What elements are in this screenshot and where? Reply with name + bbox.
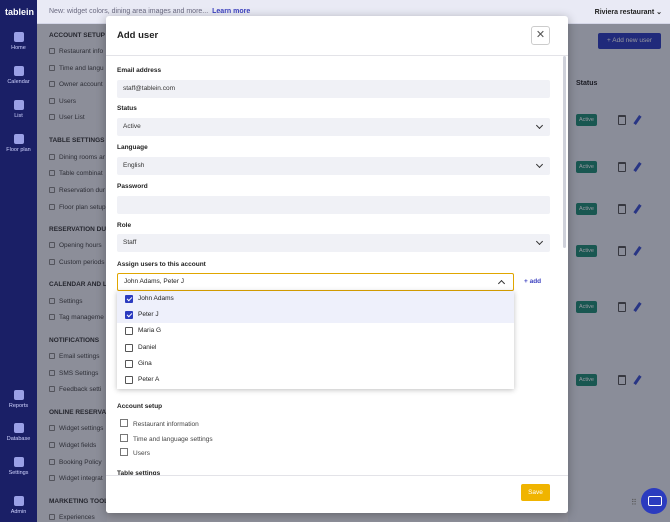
- status-label: Status: [117, 105, 137, 112]
- learn-more-link[interactable]: Learn more: [212, 8, 250, 15]
- modal-footer: Save: [106, 475, 568, 513]
- role-value: Staff: [123, 239, 137, 246]
- checkbox[interactable]: [120, 448, 128, 456]
- assign-users-label: Assign users to this account: [117, 261, 206, 268]
- checkbox-checked[interactable]: [125, 295, 133, 303]
- nav-reports-label: Reports: [8, 403, 29, 409]
- assign-users-select[interactable]: John Adams, Peter J: [117, 273, 514, 291]
- dropdown-option[interactable]: Peter A: [117, 372, 514, 388]
- checkbox-label: Users: [133, 450, 150, 457]
- calendar-icon: [13, 66, 24, 76]
- nav-home-label: Home: [11, 45, 26, 51]
- chevron-down-icon: ⌄: [656, 9, 662, 16]
- divider: [106, 55, 568, 56]
- nav-floorplan[interactable]: Floor plan: [0, 134, 37, 153]
- option-label: Gina: [138, 360, 152, 367]
- chevron-up-icon: [497, 279, 506, 288]
- option-label: John Adams: [138, 295, 174, 302]
- checkbox-label: Restaurant information: [133, 421, 199, 428]
- status-select[interactable]: Active: [117, 118, 550, 136]
- password-field[interactable]: [117, 196, 550, 214]
- gear-icon: [13, 457, 24, 467]
- checkbox[interactable]: [125, 376, 133, 384]
- add-link[interactable]: + add: [524, 278, 541, 285]
- email-label: Email address: [117, 67, 162, 74]
- assign-users-dropdown: John Adams Peter J Maria G Daniel Gina P…: [117, 291, 514, 389]
- checkbox-checked[interactable]: [125, 311, 133, 319]
- news-banner: New: widget colors, dining area images a…: [49, 8, 250, 15]
- account-setup-checkbox[interactable]: Restaurant information: [120, 419, 199, 428]
- nav-admin[interactable]: Admin: [0, 496, 37, 515]
- nav-database-label: Database: [6, 436, 31, 442]
- option-label: Peter J: [138, 311, 159, 318]
- list-icon: [13, 100, 24, 110]
- nav-admin-label: Admin: [10, 509, 27, 515]
- main-nav: tablein Home Calendar List Floor plan Re…: [0, 0, 37, 522]
- option-label: Daniel: [138, 344, 157, 351]
- checkbox-label: Time and language settings: [133, 436, 213, 443]
- account-setup-heading: Account setup: [117, 403, 163, 410]
- close-icon[interactable]: ✕: [531, 26, 550, 45]
- nav-calendar-label: Calendar: [7, 79, 30, 85]
- checkbox[interactable]: [125, 360, 133, 368]
- assign-users-value: John Adams, Peter J: [124, 278, 184, 285]
- news-text: New: widget colors, dining area images a…: [49, 8, 209, 15]
- admin-icon: [13, 496, 24, 506]
- role-label: Role: [117, 222, 132, 229]
- add-user-modal: Add user ✕ Email address staff@tablein.c…: [106, 16, 568, 513]
- account-setup-checkbox[interactable]: Users: [120, 448, 150, 457]
- language-label: Language: [117, 144, 148, 151]
- password-label: Password: [117, 183, 148, 190]
- reports-icon: [13, 390, 24, 400]
- nav-floorplan-label: Floor plan: [6, 147, 31, 153]
- database-icon: [13, 423, 24, 433]
- nav-reports[interactable]: Reports: [0, 390, 37, 409]
- checkbox[interactable]: [125, 327, 133, 335]
- nav-calendar[interactable]: Calendar: [0, 66, 37, 85]
- logo: tablein: [5, 7, 35, 17]
- nav-settings-label: Settings: [8, 470, 29, 476]
- chevron-down-icon: [535, 160, 544, 169]
- role-select[interactable]: Staff: [117, 234, 550, 252]
- dropdown-option[interactable]: Peter J: [117, 307, 514, 323]
- account-setup-checkbox[interactable]: Time and language settings: [120, 434, 213, 443]
- save-button[interactable]: Save: [521, 484, 550, 501]
- chevron-down-icon: [535, 237, 544, 246]
- restaurant-name: Riviera restaurant: [594, 9, 655, 16]
- dropdown-option[interactable]: Gina: [117, 356, 514, 372]
- nav-database[interactable]: Database: [0, 423, 37, 442]
- modal-title: Add user: [117, 30, 159, 41]
- nav-settings[interactable]: Settings: [0, 457, 37, 476]
- restaurant-selector[interactable]: Riviera restaurant ⌄: [595, 8, 662, 16]
- chat-icon[interactable]: [641, 488, 667, 514]
- home-icon: [13, 32, 24, 42]
- drag-handle-icon[interactable]: ⠿: [631, 498, 637, 507]
- option-label: Maria G: [138, 327, 162, 334]
- nav-home[interactable]: Home: [0, 32, 37, 51]
- status-value: Active: [123, 123, 141, 130]
- option-label: Peter A: [138, 376, 160, 383]
- language-select[interactable]: English: [117, 157, 550, 175]
- dropdown-option[interactable]: John Adams: [117, 291, 514, 307]
- chevron-down-icon: [535, 121, 544, 130]
- checkbox[interactable]: [120, 434, 128, 442]
- nav-list[interactable]: List: [0, 100, 37, 119]
- checkbox[interactable]: [120, 419, 128, 427]
- floorplan-icon: [13, 134, 24, 144]
- modal-scrollbar[interactable]: [563, 56, 566, 248]
- email-field[interactable]: staff@tablein.com: [117, 80, 550, 98]
- checkbox[interactable]: [125, 344, 133, 352]
- dropdown-option[interactable]: Maria G: [117, 323, 514, 339]
- dropdown-option[interactable]: Daniel: [117, 340, 514, 356]
- nav-list-label: List: [14, 113, 23, 119]
- language-value: English: [123, 162, 145, 169]
